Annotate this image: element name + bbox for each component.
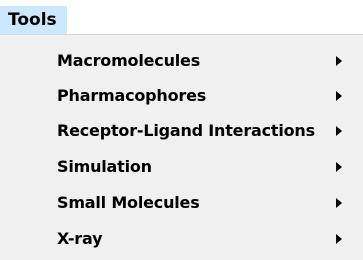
menu-item-label: Macromolecules — [57, 51, 201, 70]
submenu-arrow-icon — [336, 126, 342, 136]
menu-item-label: Pharmacophores — [57, 86, 207, 105]
menu-item-simulation[interactable]: Simulation — [0, 149, 363, 184]
submenu-arrow-icon — [336, 234, 342, 244]
menu-tools[interactable]: Tools — [0, 6, 67, 34]
menu-item-receptor-ligand-interactions[interactable]: Receptor-Ligand Interactions — [0, 113, 363, 148]
menu-item-label: Receptor-Ligand Interactions — [57, 121, 315, 140]
menu-item-label: X-ray — [57, 229, 103, 248]
submenu-arrow-icon — [336, 91, 342, 101]
menu-item-x-ray[interactable]: X-ray — [0, 221, 363, 256]
menu-item-pharmacophores[interactable]: Pharmacophores — [0, 78, 363, 113]
menu-item-label: Small Molecules — [57, 193, 200, 212]
submenu-arrow-icon — [336, 162, 342, 172]
tools-dropdown-menu: Macromolecules Pharmacophores Receptor-L… — [0, 34, 363, 260]
menu-item-label: Simulation — [57, 157, 152, 176]
submenu-arrow-icon — [336, 198, 342, 208]
menu-item-macromolecules[interactable]: Macromolecules — [0, 43, 363, 78]
submenu-arrow-icon — [336, 56, 342, 66]
menu-item-small-molecules[interactable]: Small Molecules — [0, 185, 363, 220]
